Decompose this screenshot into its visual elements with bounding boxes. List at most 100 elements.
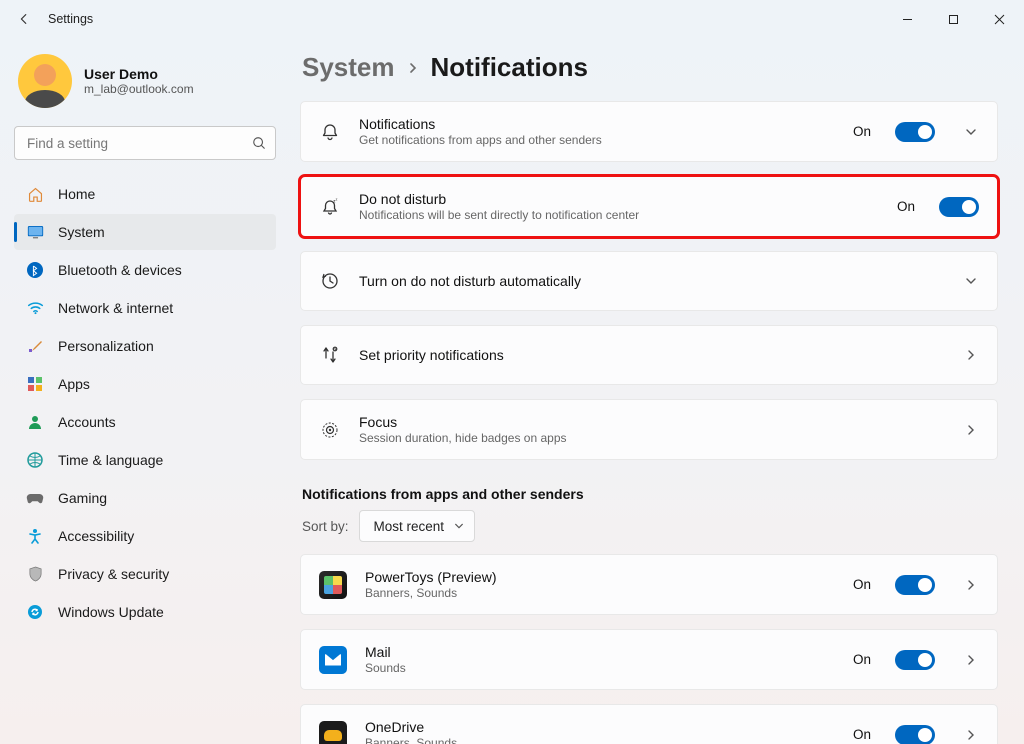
window-title: Settings [48,12,93,26]
brush-icon [26,337,44,355]
clock-arrow-icon [319,271,341,291]
app-name: PowerToys (Preview) [365,569,835,585]
nav-label: Windows Update [58,604,164,620]
home-icon [26,185,44,203]
breadcrumb-parent[interactable]: System [302,52,395,83]
breadcrumb-current: Notifications [431,52,588,83]
breadcrumb: System Notifications [300,52,998,83]
card-do-not-disturb[interactable]: zz Do not disturb Notifications will be … [300,176,998,237]
nav-label: System [58,224,105,240]
profile-email: m_lab@outlook.com [84,82,194,96]
app-name: OneDrive [365,719,835,735]
nav-gaming[interactable]: Gaming [14,480,276,516]
globe-clock-icon [26,451,44,469]
dnd-bell-icon: zz [319,197,341,217]
back-button[interactable] [10,5,38,33]
search-icon [252,136,266,150]
nav-system[interactable]: System [14,214,276,250]
search-input[interactable] [14,126,276,160]
app-row-mail[interactable]: Mail Sounds On [300,629,998,690]
chevron-right-icon[interactable] [963,424,979,436]
svg-text:z: z [336,197,338,202]
accessibility-icon [26,527,44,545]
search-field[interactable] [14,126,276,160]
app-toggle[interactable] [895,650,935,670]
app-name: Mail [365,644,835,660]
app-row-powertoys[interactable]: PowerToys (Preview) Banners, Sounds On [300,554,998,615]
app-toggle[interactable] [895,575,935,595]
app-sub: Sounds [365,661,835,675]
nav-label: Network & internet [58,300,173,316]
avatar [18,54,72,108]
nav-accessibility[interactable]: Accessibility [14,518,276,554]
update-icon [26,603,44,621]
chevron-down-icon [454,521,464,531]
toggle-state: On [897,199,915,214]
card-subtitle: Get notifications from apps and other se… [359,133,835,147]
chevron-down-icon[interactable] [963,126,979,138]
toggle-state: On [853,727,871,742]
app-icon-onedrive [319,721,347,744]
nav-label: Privacy & security [58,566,169,582]
profile[interactable]: User Demo m_lab@outlook.com [14,48,276,126]
chevron-right-icon[interactable] [963,349,979,361]
wifi-icon [26,299,44,317]
profile-name: User Demo [84,66,194,82]
card-title: Do not disturb [359,191,879,207]
chevron-right-icon[interactable] [963,729,979,741]
titlebar: Settings [0,0,1024,38]
apps-section-heading: Notifications from apps and other sender… [302,486,998,502]
card-title: Focus [359,414,935,430]
nav-label: Accessibility [58,528,134,544]
card-notifications[interactable]: Notifications Get notifications from app… [300,101,998,162]
nav-label: Home [58,186,95,202]
person-icon [26,413,44,431]
notifications-toggle[interactable] [895,122,935,142]
nav-personalization[interactable]: Personalization [14,328,276,364]
app-row-onedrive[interactable]: OneDrive Banners, Sounds On [300,704,998,744]
app-toggle[interactable] [895,725,935,744]
sort-label: Sort by: [302,519,349,534]
nav-network[interactable]: Network & internet [14,290,276,326]
app-icon-powertoys [319,571,347,599]
card-title: Set priority notifications [359,347,935,363]
dnd-toggle[interactable] [939,197,979,217]
close-button[interactable] [976,3,1022,35]
nav-accounts[interactable]: Accounts [14,404,276,440]
card-title: Notifications [359,116,835,132]
toggle-state: On [853,652,871,667]
card-priority[interactable]: Set priority notifications [300,325,998,385]
focus-icon [319,420,341,440]
nav-time[interactable]: Time & language [14,442,276,478]
card-focus[interactable]: Focus Session duration, hide badges on a… [300,399,998,460]
nav-label: Personalization [58,338,154,354]
nav: Home System Bluetooth & devices Network … [14,176,276,630]
card-dnd-auto[interactable]: Turn on do not disturb automatically [300,251,998,311]
shield-icon [26,565,44,583]
chevron-right-icon[interactable] [963,579,979,591]
chevron-right-icon [407,62,419,74]
nav-home[interactable]: Home [14,176,276,212]
toggle-state: On [853,124,871,139]
nav-privacy[interactable]: Privacy & security [14,556,276,592]
nav-bluetooth[interactable]: Bluetooth & devices [14,252,276,288]
system-icon [26,223,44,241]
chevron-right-icon[interactable] [963,654,979,666]
nav-label: Gaming [58,490,107,506]
nav-update[interactable]: Windows Update [14,594,276,630]
chevron-down-icon[interactable] [963,275,979,287]
toggle-state: On [853,577,871,592]
card-subtitle: Session duration, hide badges on apps [359,431,935,445]
app-icon-mail [319,646,347,674]
priority-icon [319,345,341,365]
sort-value: Most recent [374,519,445,534]
card-title: Turn on do not disturb automatically [359,273,935,289]
apps-icon [26,375,44,393]
minimize-button[interactable] [884,3,930,35]
nav-apps[interactable]: Apps [14,366,276,402]
sidebar: User Demo m_lab@outlook.com Home System … [0,38,290,744]
maximize-button[interactable] [930,3,976,35]
sort-select[interactable]: Most recent [359,510,476,542]
main-content: System Notifications Notifications Get n… [290,38,1024,744]
gamepad-icon [26,489,44,507]
